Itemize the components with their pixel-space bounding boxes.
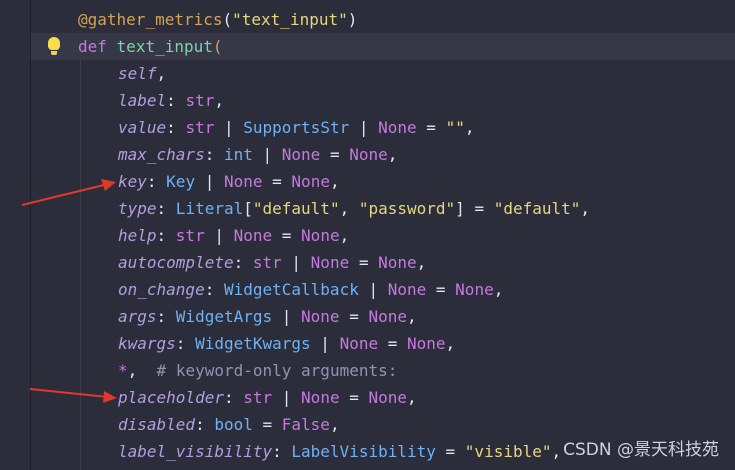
arrow-to-key-icon <box>21 179 116 206</box>
csdn-watermark: CSDN @景天科技苑 <box>563 440 719 460</box>
arrow-to-placeholder-icon <box>29 388 117 403</box>
code-editor[interactable]: @gather_metrics("text_input") def text_i… <box>0 0 735 470</box>
annotation-arrows <box>21 179 117 403</box>
